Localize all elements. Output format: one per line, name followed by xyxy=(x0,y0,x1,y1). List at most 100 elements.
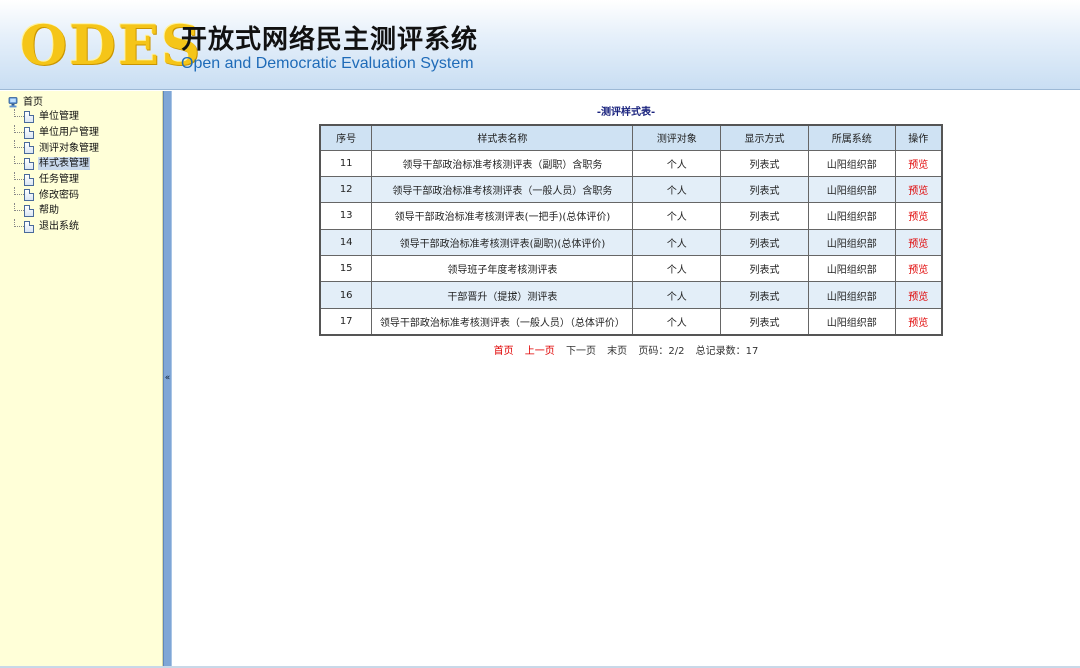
table-cell-name: 领导干部政治标准考核测评表(一把手)(总体评价) xyxy=(371,202,634,230)
sidebar-item-label: 帮助 xyxy=(39,205,59,217)
table-row: 16 干部晋升（提拔）测评表 个人 列表式 山阳组织部 预览 xyxy=(319,281,943,309)
sidebar-item[interactable]: 任务管理 xyxy=(8,171,100,188)
table-cell-display: 列表式 xyxy=(720,228,809,257)
main-content: -测评样式表- 序号 样式表名称 测评对象 显示方式 所属系统 操作 11 领导干部政治标准… xyxy=(172,91,1080,668)
sidebar-item[interactable]: 帮助 xyxy=(8,203,100,219)
tree-label-home: 首页 xyxy=(23,96,43,108)
sidebar-item-label: 单位用户管理 xyxy=(39,127,99,139)
sidebar-item-label: 修改密码 xyxy=(39,189,79,201)
sidebar-item-label: 样式表管理 xyxy=(38,157,90,171)
tree-branch-line xyxy=(14,187,24,196)
column-header: 样式表名称 xyxy=(371,124,634,151)
pagination: 首页 上一页 下一页 末页 页码：2/2 总记录数：17 xyxy=(172,342,1080,357)
app-subtitle: Open and Democratic Evaluation System xyxy=(181,55,474,72)
page-info: 页码：2/2 xyxy=(638,346,685,357)
table-cell-id: 13 xyxy=(319,202,373,230)
sidebar-item-label: 单位管理 xyxy=(39,111,79,123)
sidebar-item[interactable]: 测评对象管理 xyxy=(8,140,100,156)
sidebar-item-label: 测评对象管理 xyxy=(39,142,99,154)
table-cell-target: 个人 xyxy=(632,228,722,257)
sidebar-item-label: 任务管理 xyxy=(39,174,79,186)
first-page-link[interactable]: 首页 xyxy=(494,346,514,357)
table-cell-id: 14 xyxy=(319,228,373,257)
preview-link[interactable]: 预览 xyxy=(894,175,943,204)
preview-link[interactable]: 预览 xyxy=(894,228,943,257)
preview-link[interactable]: 预览 xyxy=(894,202,943,230)
table-cell-display: 列表式 xyxy=(720,202,809,230)
last-page-link[interactable]: 末页 xyxy=(607,346,627,357)
table-cell-target: 个人 xyxy=(632,281,722,309)
prev-page-link[interactable]: 上一页 xyxy=(525,346,555,357)
collapse-sidebar-icon[interactable]: « xyxy=(163,372,172,384)
table-cell-id: 15 xyxy=(319,255,373,283)
nav-tree: 首页 单位管理单位用户管理 测评对象管理 样式表管理任务管理修改密码帮助退出系统 xyxy=(8,95,100,235)
table-cell-id: 11 xyxy=(319,149,373,177)
table-cell-id: 16 xyxy=(319,281,373,309)
table-cell-name: 领导干部政治标准考核测评表（副职）含职务 xyxy=(371,149,634,177)
table-cell-target: 个人 xyxy=(632,175,722,204)
sidebar-item-label: 退出系统 xyxy=(39,221,79,233)
table-cell-system: 山阳组织部 xyxy=(807,255,896,283)
app-title: 开放式网络民主测评系统 xyxy=(181,25,479,55)
table-cell-display: 列表式 xyxy=(720,175,809,204)
document-icon xyxy=(24,142,34,155)
next-page-link[interactable]: 下一页 xyxy=(566,346,596,357)
sidebar-item[interactable]: 修改密码 xyxy=(8,187,100,203)
tree-root-home[interactable]: 首页 xyxy=(8,95,100,109)
sidebar-item[interactable]: 退出系统 xyxy=(8,218,100,235)
table-row: 15 领导班子年度考核测评表 个人 列表式 山阳组织部 预览 xyxy=(319,255,943,283)
document-icon xyxy=(24,157,34,170)
table-cell-target: 个人 xyxy=(632,202,722,230)
column-header: 操作 xyxy=(894,124,943,151)
table-cell-id: 17 xyxy=(319,307,373,336)
document-icon xyxy=(24,220,34,233)
sidebar-item[interactable]: 单位管理 xyxy=(8,109,100,125)
tree-branch-line xyxy=(14,156,24,165)
table-cell-name: 领导班子年度考核测评表 xyxy=(371,255,634,283)
preview-link[interactable]: 预览 xyxy=(894,307,943,336)
logo: ODES xyxy=(20,13,203,77)
table-cell-system: 山阳组织部 xyxy=(807,202,896,230)
table-cell-display: 列表式 xyxy=(720,255,809,283)
tree-branch-line xyxy=(14,218,24,227)
table-cell-name: 干部晋升（提拔）测评表 xyxy=(371,281,634,309)
column-header: 显示方式 xyxy=(720,124,809,151)
table-cell-name: 领导干部政治标准考核测评表(副职)(总体评价) xyxy=(371,228,634,257)
table-cell-display: 列表式 xyxy=(720,281,809,309)
table-cell-name: 领导干部政治标准考核测评表（一般人员）含职务 xyxy=(371,175,634,204)
table-cell-target: 个人 xyxy=(632,307,722,336)
preview-link[interactable]: 预览 xyxy=(894,149,943,177)
total-records: 总记录数：17 xyxy=(695,346,759,357)
sidebar-item[interactable]: 单位用户管理 xyxy=(8,124,100,141)
column-header: 序号 xyxy=(319,124,373,151)
document-icon xyxy=(24,189,34,202)
page-title: -测评样式表- xyxy=(596,107,656,118)
table-cell-system: 山阳组织部 xyxy=(807,281,896,309)
preview-link[interactable]: 预览 xyxy=(894,255,943,283)
tree-branch-line xyxy=(14,109,24,117)
table-cell-target: 个人 xyxy=(632,149,722,177)
document-icon xyxy=(24,173,34,186)
table-cell-target: 个人 xyxy=(632,255,722,283)
table-cell-id: 12 xyxy=(319,175,373,204)
table-row: 17 领导干部政治标准考核测评表（一般人员）（总体评价） 个人 列表式 山阳组织部 预览 xyxy=(319,307,943,336)
table-cell-system: 山阳组织部 xyxy=(807,307,896,336)
column-header: 测评对象 xyxy=(632,124,722,151)
home-computer-icon xyxy=(8,96,18,108)
table-cell-name: 领导干部政治标准考核测评表（一般人员）（总体评价） xyxy=(371,307,634,336)
table-row: 12 领导干部政治标准考核测评表（一般人员）含职务 个人 列表式 山阳组织部 预览 xyxy=(319,175,943,204)
table-cell-display: 列表式 xyxy=(720,149,809,177)
table-cell-system: 山阳组织部 xyxy=(807,175,896,204)
table-row: 14 领导干部政治标准考核测评表(副职)(总体评价) 个人 列表式 山阳组织部 预览 xyxy=(319,228,943,257)
sidebar-item[interactable]: 样式表管理 xyxy=(8,156,100,172)
document-icon xyxy=(24,110,34,123)
tree-branch-line xyxy=(14,203,24,212)
table-row: 11 领导干部政治标准考核测评表（副职）含职务 个人 列表式 山阳组织部 预览 xyxy=(319,149,943,177)
document-icon xyxy=(24,204,34,217)
document-icon xyxy=(24,126,34,139)
header: ODES 开放式网络民主测评系统 Open and Democratic Eva… xyxy=(0,0,1080,90)
table-cell-display: 列表式 xyxy=(720,307,809,336)
preview-link[interactable]: 预览 xyxy=(894,281,943,309)
tree-branch-line xyxy=(14,124,24,133)
table-row: 13 领导干部政治标准考核测评表(一把手)(总体评价) 个人 列表式 山阳组织部 预览 xyxy=(319,202,943,230)
